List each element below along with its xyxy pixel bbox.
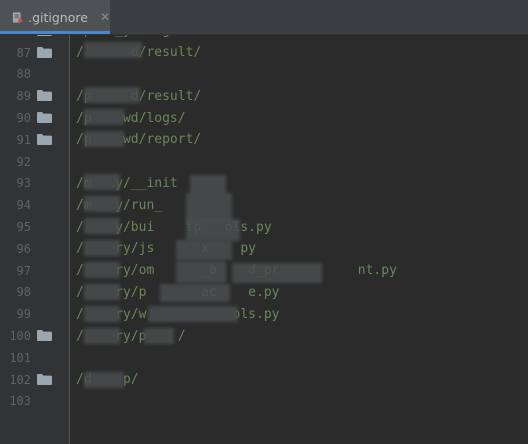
redaction-blur [190, 175, 226, 195]
redaction-blur [84, 372, 124, 388]
tab-label: .gitignore [28, 9, 88, 25]
code-line[interactable]: 86/publ_yd/logs/ [0, 35, 528, 42]
line-number: 102 [9, 372, 31, 387]
redaction-blur [84, 284, 120, 300]
line-number: 101 [9, 350, 31, 365]
redaction-blur [160, 284, 230, 302]
code-text: /publ_yd/logs/ [76, 35, 186, 38]
redaction-blur [176, 240, 232, 260]
line-number: 94 [16, 198, 31, 213]
code-line[interactable]: 90/p wd/logs/ [0, 107, 528, 129]
folder-icon [37, 90, 52, 102]
line-number: 87 [16, 45, 31, 60]
line-number: 91 [16, 132, 31, 147]
redaction-blur [84, 131, 124, 147]
code-line[interactable]: 91/p wd/report/ [0, 129, 528, 151]
close-icon[interactable]: ✕ [100, 10, 110, 24]
line-number: 96 [16, 241, 31, 256]
folder-icon [37, 46, 52, 58]
redaction-blur [148, 306, 238, 322]
redaction-blur [84, 196, 120, 212]
code-editor[interactable]: 86/publ_yd/logs/87/ d/result/88 89/p d/re… [0, 35, 528, 444]
redaction-blur [186, 219, 240, 241]
redaction-blur [84, 306, 120, 322]
folder-icon [37, 134, 52, 145]
code-line[interactable]: 94/m y/run_ . [0, 194, 528, 216]
line-number: 99 [16, 307, 31, 322]
code-line[interactable]: 98/ ry/p ac e.py [0, 282, 528, 304]
code-line[interactable]: 93/m y/__init [0, 173, 528, 195]
code-line[interactable]: 101 [0, 347, 528, 369]
line-number: 98 [16, 285, 31, 300]
line-number: 95 [16, 220, 31, 235]
redaction-blur [84, 42, 142, 58]
redaction-blur [176, 261, 226, 283]
code-line[interactable]: 92 [0, 151, 528, 173]
folder-icon [37, 330, 52, 342]
redaction-blur [84, 218, 120, 234]
code-line[interactable]: 89/p d/result/ [0, 85, 528, 107]
code-line[interactable]: 95/ y/bui tp ols.py [0, 216, 528, 238]
folder-icon [37, 35, 52, 36]
redaction-blur [84, 240, 120, 256]
redaction-blur [84, 109, 124, 125]
line-number: 90 [16, 111, 31, 126]
line-number: 103 [9, 394, 31, 409]
code-line[interactable]: 88 [0, 64, 528, 86]
redaction-blur [84, 87, 140, 103]
tab-bar: .gitignore ✕ [0, 0, 528, 35]
folder-icon [37, 373, 52, 385]
line-number: 93 [16, 176, 31, 191]
code-line[interactable]: 103 [0, 391, 528, 413]
redaction-blur [232, 263, 322, 283]
git-file-icon [12, 11, 23, 23]
line-number: 97 [16, 263, 31, 278]
code-line[interactable]: 99/ ry/w ols.py [0, 303, 528, 325]
tab-gitignore[interactable]: .gitignore ✕ [0, 0, 110, 34]
line-number: 88 [16, 67, 31, 82]
redaction-blur [144, 328, 174, 344]
line-number: 92 [16, 154, 31, 169]
redaction-blur [84, 262, 120, 278]
line-number: 100 [9, 329, 31, 344]
code-line[interactable]: 87/ d/result/ [0, 42, 528, 64]
code-line[interactable]: 100/ ry/p / [0, 325, 528, 347]
line-number: 89 [16, 89, 31, 104]
code-line[interactable]: 96/ ry/js x py [0, 238, 528, 260]
folder-icon [37, 112, 52, 124]
code-line[interactable]: 102/d p/ [0, 369, 528, 391]
redaction-blur [84, 328, 120, 344]
redaction-blur [84, 174, 120, 190]
line-number: 86 [0, 35, 31, 38]
